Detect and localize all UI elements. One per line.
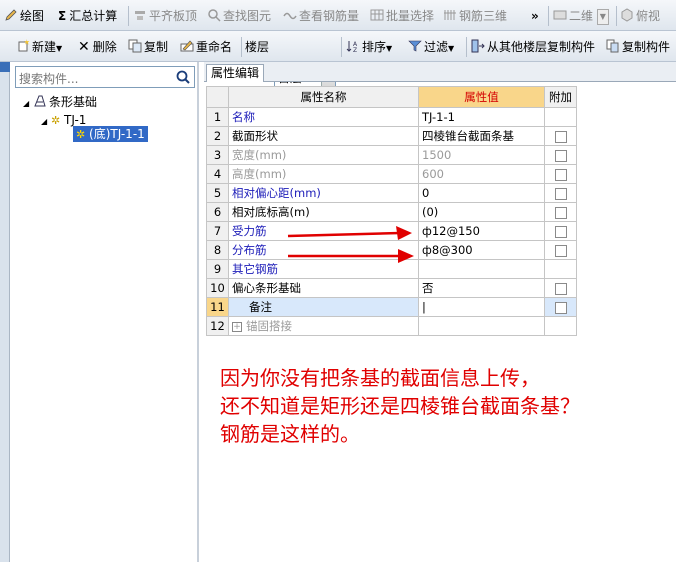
- sigma-icon: Σ: [58, 9, 67, 23]
- sort-icon: AZ: [346, 41, 358, 53]
- table-row[interactable]: 12 + 锚固搭接: [206, 316, 577, 336]
- find-icon: [208, 9, 221, 22]
- chevron-down-icon: ▼: [56, 44, 63, 53]
- gear-icon: ✲: [50, 114, 61, 127]
- tree-node-root[interactable]: ◢ 条形基础: [23, 94, 97, 110]
- floor-label: 楼层: [245, 40, 270, 54]
- steel-3d-button[interactable]: 钢筋三维: [443, 6, 507, 26]
- table-row[interactable]: 10 偏心条形基础 否: [206, 278, 577, 298]
- copy-component-icon: [606, 39, 619, 53]
- rename-button[interactable]: 重命名: [180, 37, 232, 57]
- header-extra: 附加: [544, 86, 577, 108]
- view-steel-button[interactable]: 查看钢筋量: [283, 6, 359, 26]
- align-icon: [135, 11, 145, 20]
- expand-icon[interactable]: ◢: [41, 117, 47, 126]
- rename-icon: [180, 40, 194, 52]
- extra-checkbox[interactable]: [554, 301, 567, 314]
- sort-button[interactable]: A Z 排序▼: [346, 37, 392, 57]
- component-tree-panel: 搜索构件... ◢ 条形基础 ◢ ✲ TJ-1 ✲ (底)TJ-1-1: [11, 62, 199, 562]
- steel-3d-icon: [444, 10, 456, 20]
- find-element-button[interactable]: 查找图元: [207, 6, 271, 26]
- component-toolbar: 新建▼ ✕删除 复制 重命名 楼层 首层 ▼ AZ排序▼ 过滤▼ 从其他楼层复制…: [0, 31, 676, 88]
- extra-checkbox[interactable]: [554, 149, 567, 162]
- copy-from-floor-button[interactable]: 从其他楼层复制构件: [471, 37, 595, 57]
- expand-plus-icon[interactable]: +: [232, 321, 242, 332]
- svg-text:Z: Z: [353, 47, 357, 53]
- table-row[interactable]: 6 相对底标高(m) (0): [206, 202, 577, 222]
- new-icon: [18, 39, 30, 52]
- steel-view-icon: [283, 12, 297, 20]
- extra-checkbox[interactable]: [554, 244, 567, 257]
- top-view-dropdown[interactable]: 俯视: [620, 6, 660, 26]
- batch-select-button[interactable]: 批量选择: [370, 6, 434, 26]
- expand-icon[interactable]: ◢: [23, 99, 29, 108]
- tab-property-edit[interactable]: 属性编辑: [206, 64, 265, 82]
- table-row[interactable]: 9 其它钢筋: [206, 259, 577, 279]
- cube-icon: [621, 8, 633, 22]
- copy-component-button[interactable]: 复制构件: [606, 37, 670, 57]
- filter-button[interactable]: 过滤▼: [408, 37, 454, 57]
- strip-foundation-icon: [34, 95, 46, 107]
- property-editor-tabs: 属性编辑: [204, 62, 676, 82]
- chevron-down-icon: ▼: [448, 44, 455, 53]
- search-input[interactable]: 搜索构件...: [15, 66, 195, 88]
- remark-input[interactable]: |: [418, 297, 545, 317]
- search-icon[interactable]: [174, 69, 192, 85]
- extra-checkbox[interactable]: [554, 168, 567, 181]
- extra-checkbox[interactable]: [554, 206, 567, 219]
- table-row[interactable]: 8 分布筋 ф8@300: [206, 240, 577, 260]
- extra-checkbox[interactable]: [554, 187, 567, 200]
- new-button[interactable]: 新建▼: [16, 37, 62, 57]
- view-icon: [553, 10, 567, 20]
- summary-calc-button[interactable]: Σ 汇总计算: [58, 6, 117, 26]
- delete-icon: ✕: [78, 39, 90, 55]
- header-value: 属性值: [418, 86, 545, 108]
- draw-button[interactable]: 绘图: [4, 6, 44, 26]
- filter-icon: [408, 40, 422, 52]
- table-row[interactable]: 3 宽度(mm) 1500: [206, 145, 577, 165]
- table-row[interactable]: 11 备注 |: [206, 297, 577, 317]
- table-row[interactable]: 4 高度(mm) 600: [206, 164, 577, 184]
- tree-node-tj1-1[interactable]: ✲ (底)TJ-1-1: [73, 126, 148, 142]
- left-dock-strip: [0, 62, 10, 562]
- table-row[interactable]: 1 名称 TJ-1-1: [206, 107, 577, 127]
- annotation-line-1: 因为你没有把条基的截面信息上传，: [220, 366, 540, 390]
- copy-icon: [128, 39, 142, 53]
- property-grid: 属性名称 属性值 附加 1 名称 TJ-1-1 2 截面形状 四棱锥台截面条基 …: [206, 86, 577, 336]
- annotation-line-2: 还不知道是矩形还是四棱锥台截面条基？: [220, 394, 580, 418]
- table-row[interactable]: 2 截面形状 四棱锥台截面条基: [206, 126, 577, 146]
- grid-select-icon: [370, 9, 384, 21]
- pencil-icon: [5, 9, 17, 21]
- main-toolbar: 绘图 Σ 汇总计算 平齐板顶 查找图元 查看钢筋量 批量选择 钢筋三维 » 二维 …: [0, 0, 676, 31]
- chevron-down-icon: ▼: [596, 8, 609, 25]
- align-slab-top-button[interactable]: 平齐板顶: [133, 6, 197, 26]
- extra-checkbox[interactable]: [554, 225, 567, 238]
- extra-checkbox[interactable]: [554, 282, 567, 295]
- view-2d-dropdown[interactable]: 二维 ▼: [553, 6, 609, 26]
- gear-icon: ✲: [76, 128, 86, 141]
- copy-floor-icon: [471, 39, 485, 53]
- table-row[interactable]: 5 相对偏心距(mm) 0: [206, 183, 577, 203]
- header-name: 属性名称: [228, 86, 419, 108]
- extra-checkbox[interactable]: [554, 130, 567, 143]
- copy-button[interactable]: 复制: [128, 37, 168, 57]
- table-row[interactable]: 7 受力筋 ф12@150: [206, 221, 577, 241]
- delete-button[interactable]: ✕ 删除: [78, 37, 117, 57]
- more-button[interactable]: »: [531, 6, 539, 26]
- annotation-line-3: 钢筋是这样的。: [220, 422, 360, 446]
- chevron-down-icon: ▼: [386, 44, 393, 53]
